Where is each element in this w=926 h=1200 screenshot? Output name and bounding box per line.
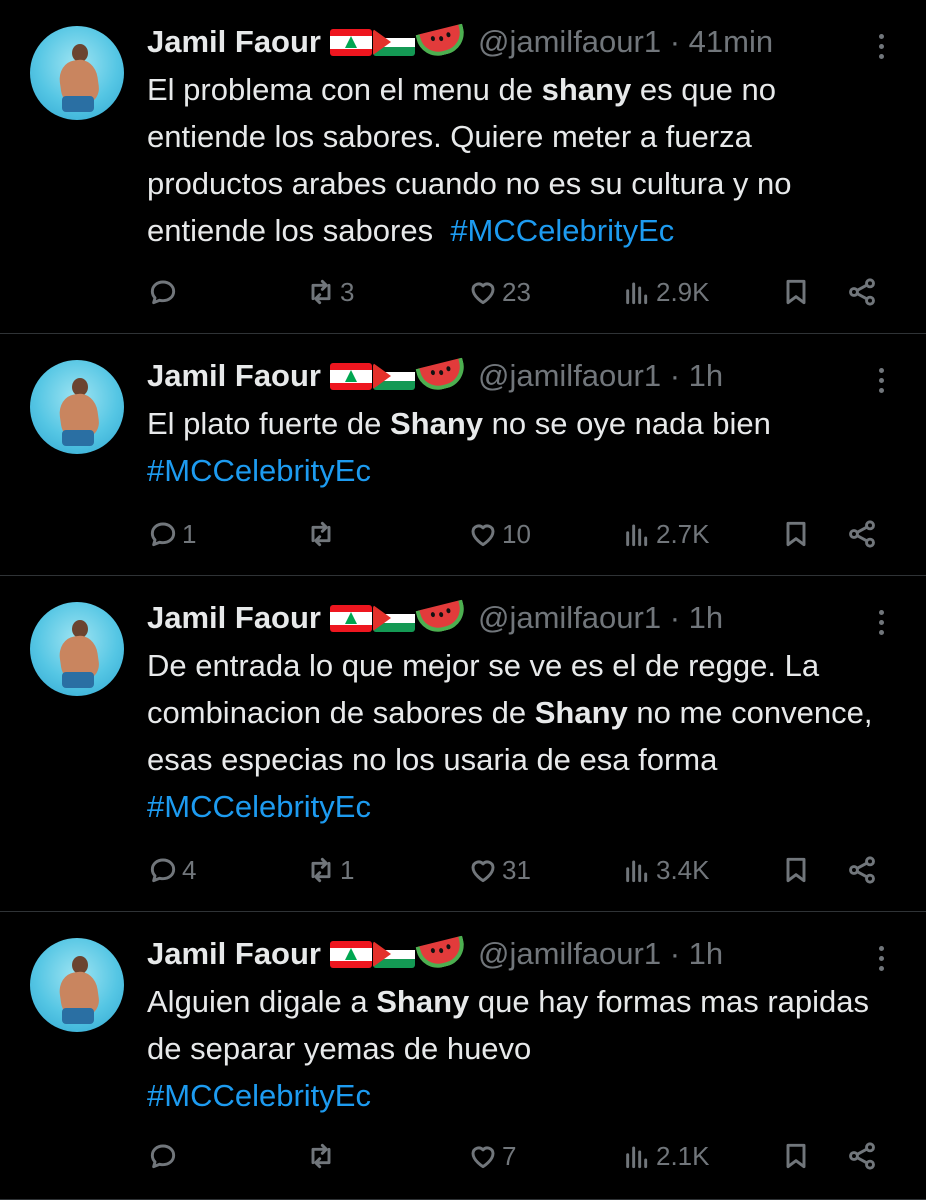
avatar[interactable]: [30, 938, 124, 1032]
name-emoji-badges: [330, 935, 469, 973]
views-button[interactable]: 3.4K: [621, 850, 710, 890]
avatar[interactable]: [30, 26, 124, 120]
more-options-icon[interactable]: [866, 602, 896, 642]
tweet[interactable]: Jamil Faour @jamilfaour1 · 1h Alguien di…: [0, 912, 926, 1200]
tweet[interactable]: Jamil Faour @jamilfaour1 · 1h El plato f…: [0, 334, 926, 576]
author-handle-time[interactable]: @jamilfaour1 · 1h: [478, 600, 723, 636]
hashtag-link[interactable]: #MCCelebrityEc: [147, 789, 371, 824]
views-chart-icon: [626, 860, 648, 883]
repost-button[interactable]: [305, 514, 340, 554]
hashtag-link[interactable]: #MCCelebrityEc: [450, 213, 674, 248]
more-options-icon[interactable]: [866, 938, 896, 978]
repost-icon: [311, 857, 331, 883]
palestine-flag-icon: [373, 28, 415, 56]
heart-icon: [471, 524, 495, 547]
heart-icon: [471, 1146, 495, 1169]
bookmark-icon: [786, 521, 806, 547]
author-handle-time[interactable]: @jamilfaour1 · 1h: [478, 358, 723, 394]
author-handle-time[interactable]: @jamilfaour1 · 1h: [478, 936, 723, 972]
watermelon-icon: [415, 357, 469, 395]
bookmark-button[interactable]: [780, 850, 812, 890]
bookmark-button[interactable]: [780, 272, 812, 312]
bookmark-icon: [786, 857, 806, 883]
watermelon-icon: [415, 935, 469, 973]
mention-bold: Shany: [390, 406, 484, 441]
views-chart-icon: [626, 524, 648, 547]
author-name[interactable]: Jamil Faour: [147, 358, 321, 394]
tweet-text: Alguien digale a Shany que hay formas ma…: [147, 984, 870, 1113]
like-button[interactable]: 10: [467, 514, 531, 554]
repost-button[interactable]: [305, 1136, 340, 1176]
more-options-icon[interactable]: [866, 360, 896, 400]
reply-button[interactable]: 4: [147, 850, 196, 890]
hashtag-link[interactable]: #MCCelebrityEc: [147, 453, 371, 488]
share-button[interactable]: [846, 1136, 878, 1176]
avatar[interactable]: [30, 602, 124, 696]
repost-icon: [311, 279, 331, 305]
repost-button[interactable]: 1: [305, 850, 354, 890]
views-button[interactable]: 2.1K: [621, 1136, 710, 1176]
views-button[interactable]: 2.9K: [621, 272, 710, 312]
author-name[interactable]: Jamil Faour: [147, 24, 321, 60]
lebanon-flag-icon: [330, 940, 372, 968]
tweet-text: De entrada lo que mejor se ve es el de r…: [147, 648, 882, 824]
reply-button[interactable]: [147, 272, 182, 312]
lebanon-flag-icon: [330, 362, 372, 390]
palestine-flag-icon: [373, 940, 415, 968]
reply-icon: [150, 522, 176, 547]
tweet[interactable]: Jamil Faour @jamilfaour1 · 1h De entrada…: [0, 576, 926, 912]
heart-icon: [471, 282, 495, 305]
repost-icon: [311, 1143, 331, 1169]
author-handle-time[interactable]: @jamilfaour1 · 41min: [478, 24, 773, 60]
views-button[interactable]: 2.7K: [621, 514, 710, 554]
more-options-icon[interactable]: [866, 26, 896, 66]
repost-button[interactable]: 3: [305, 272, 354, 312]
reply-icon: [150, 1144, 176, 1169]
share-icon: [849, 1142, 875, 1170]
mention-bold: Shany: [376, 984, 470, 1019]
bookmark-button[interactable]: [780, 1136, 812, 1176]
like-button[interactable]: 23: [467, 272, 531, 312]
reply-icon: [150, 280, 176, 305]
mention-bold: shany: [541, 72, 632, 107]
lebanon-flag-icon: [330, 28, 372, 56]
mention-bold: Shany: [534, 695, 628, 730]
like-button[interactable]: 7: [467, 1136, 516, 1176]
lebanon-flag-icon: [330, 604, 372, 632]
author-name[interactable]: Jamil Faour: [147, 936, 321, 972]
reply-button[interactable]: 1: [147, 514, 196, 554]
palestine-flag-icon: [373, 604, 415, 632]
bookmark-icon: [786, 1143, 806, 1169]
name-emoji-badges: [330, 599, 469, 637]
watermelon-icon: [415, 23, 469, 61]
tweet[interactable]: Jamil Faour @jamilfaour1 · 41min El prob…: [0, 0, 926, 334]
repost-icon: [311, 521, 331, 547]
reply-icon: [150, 858, 176, 883]
views-chart-icon: [626, 282, 648, 305]
share-icon: [849, 278, 875, 306]
share-icon: [849, 520, 875, 548]
share-button[interactable]: [846, 514, 878, 554]
bookmark-icon: [786, 279, 806, 305]
bookmark-button[interactable]: [780, 514, 812, 554]
views-chart-icon: [626, 1146, 648, 1169]
share-icon: [849, 856, 875, 884]
reply-button[interactable]: [147, 1136, 182, 1176]
palestine-flag-icon: [373, 362, 415, 390]
tweet-text: El plato fuerte de Shany no se oye nada …: [147, 406, 771, 488]
share-button[interactable]: [846, 850, 878, 890]
like-button[interactable]: 31: [467, 850, 531, 890]
heart-icon: [471, 860, 495, 883]
avatar[interactable]: [30, 360, 124, 454]
share-button[interactable]: [846, 272, 878, 312]
tweet-text: El problema con el menu de shany es que …: [147, 72, 801, 248]
name-emoji-badges: [330, 357, 469, 395]
author-name[interactable]: Jamil Faour: [147, 600, 321, 636]
hashtag-link[interactable]: #MCCelebrityEc: [147, 1078, 371, 1113]
name-emoji-badges: [330, 23, 469, 61]
watermelon-icon: [415, 599, 469, 637]
